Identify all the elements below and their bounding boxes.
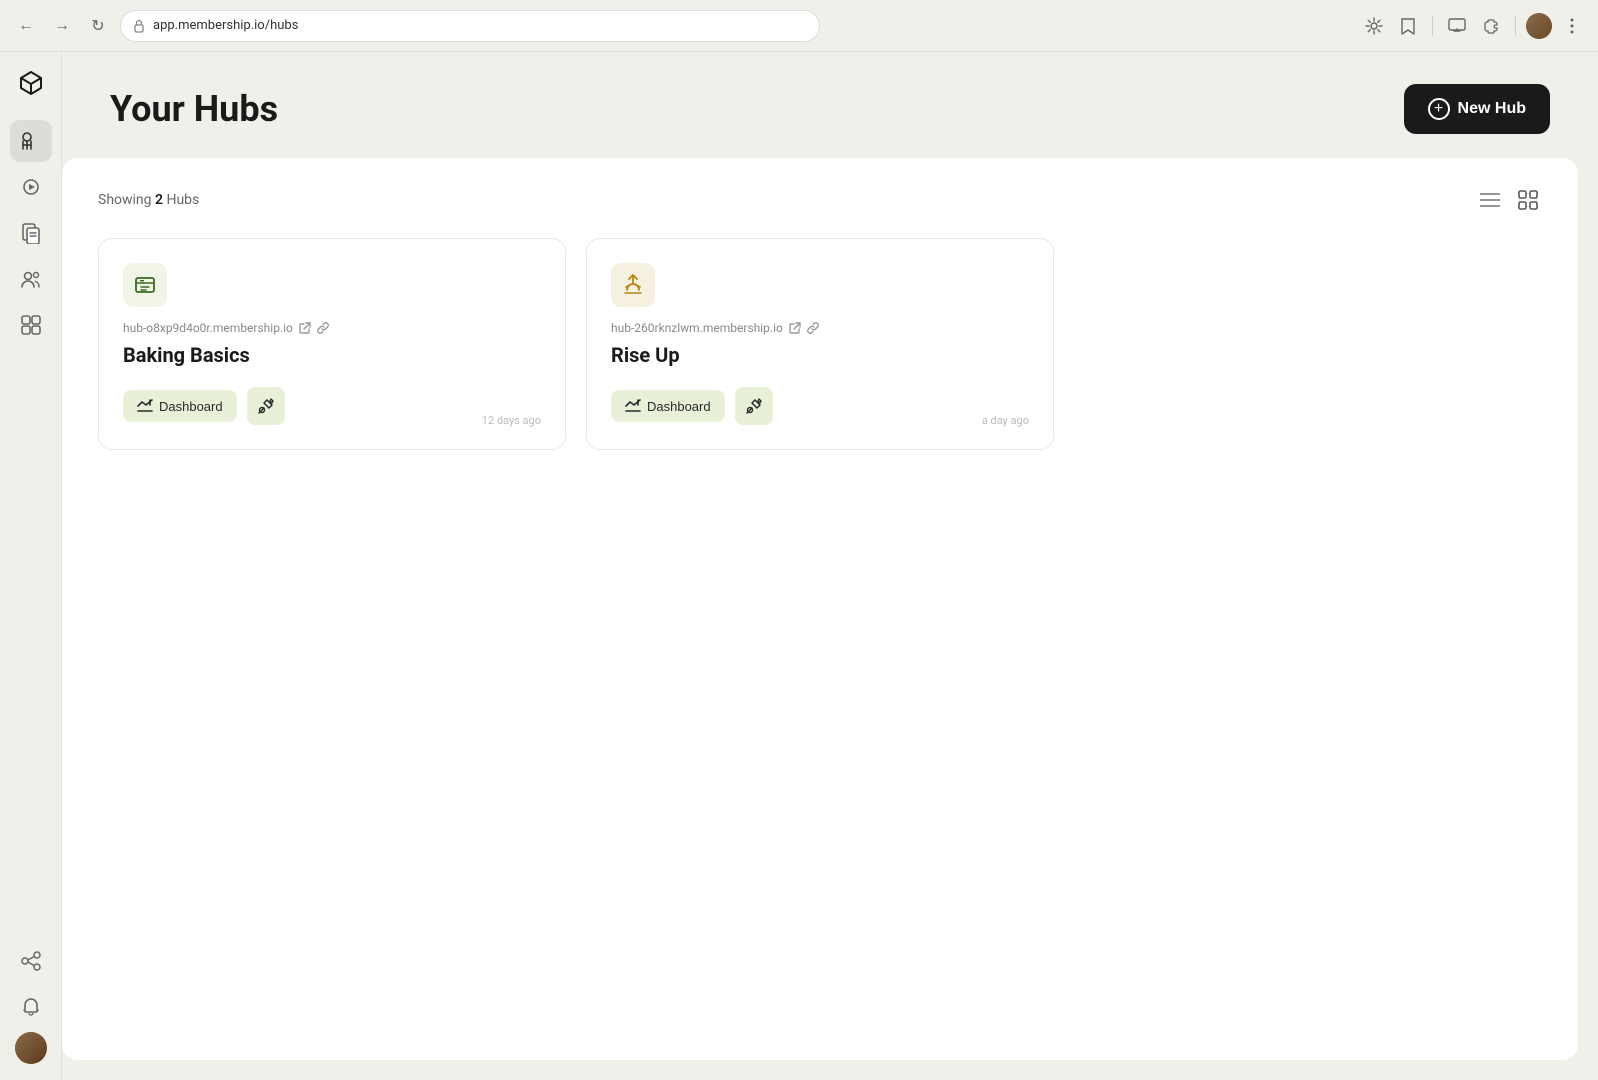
sidebar-item-pages[interactable] <box>10 212 52 254</box>
sidebar <box>0 52 62 1080</box>
sidebar-logo[interactable] <box>13 68 49 104</box>
page-header: Your Hubs + New Hub <box>62 52 1598 158</box>
hub-icon-baking <box>123 263 167 307</box>
plus-circle-icon: + <box>1428 98 1450 120</box>
hub-title-1: Baking Basics <box>123 343 541 367</box>
divider <box>1432 16 1433 36</box>
hub-card-actions-2: Dashboard <box>611 387 1029 425</box>
reload-button[interactable]: ↻ <box>84 12 112 40</box>
hub-icon-rise-up <box>611 263 655 307</box>
browser-profile-avatar[interactable] <box>1526 13 1552 39</box>
dashboard-button-1[interactable]: Dashboard <box>123 390 237 422</box>
hub-card-baking-basics: hub-o8xp9d4o0r.membership.io <box>98 238 566 450</box>
list-view-button[interactable] <box>1476 186 1504 214</box>
tools-button-2[interactable] <box>735 387 773 425</box>
lock-icon <box>133 19 145 33</box>
sidebar-item-affiliates[interactable] <box>10 940 52 982</box>
copy-link-icon-2[interactable] <box>807 322 819 334</box>
external-link-icon-1[interactable] <box>299 322 311 334</box>
hub-url-row-1: hub-o8xp9d4o0r.membership.io <box>123 321 541 335</box>
content-area: Showing 2 Hubs <box>62 158 1578 1060</box>
new-hub-label: New Hub <box>1458 100 1526 118</box>
extension-btn[interactable] <box>1360 12 1388 40</box>
showing-text: Showing 2 Hubs <box>98 192 199 208</box>
sidebar-bottom <box>10 940 52 1064</box>
extensions-btn[interactable] <box>1477 12 1505 40</box>
bookmark-btn[interactable] <box>1394 12 1422 40</box>
dashboard-label-1: Dashboard <box>159 399 223 414</box>
hub-url-2: hub-260rknzlwm.membership.io <box>611 321 783 335</box>
sidebar-item-content[interactable] <box>10 166 52 208</box>
browser-right-controls <box>1360 12 1586 40</box>
hubs-grid: hub-o8xp9d4o0r.membership.io <box>98 238 1542 450</box>
new-hub-button[interactable]: + New Hub <box>1404 84 1550 134</box>
sidebar-item-apps[interactable] <box>10 304 52 346</box>
dashboard-button-2[interactable]: Dashboard <box>611 390 725 422</box>
hub-url-row-2: hub-260rknzlwm.membership.io <box>611 321 1029 335</box>
sidebar-item-members[interactable] <box>10 258 52 300</box>
address-bar[interactable]: app.membership.io/hubs <box>120 10 820 42</box>
view-toggle <box>1476 186 1542 214</box>
hub-timestamp-1: 12 days ago <box>482 414 541 427</box>
hub-count: 2 <box>155 192 163 208</box>
dashboard-label-2: Dashboard <box>647 399 711 414</box>
hub-url-1: hub-o8xp9d4o0r.membership.io <box>123 321 293 335</box>
main-content: Your Hubs + New Hub Showing 2 Hubs <box>62 52 1598 1080</box>
sidebar-user-avatar[interactable] <box>15 1032 47 1064</box>
app-wrapper: Your Hubs + New Hub Showing 2 Hubs <box>0 0 1598 1080</box>
menu-btn[interactable] <box>1558 12 1586 40</box>
sidebar-item-hubs[interactable] <box>10 120 52 162</box>
hub-timestamp-2: a day ago <box>982 414 1029 427</box>
hub-title-2: Rise Up <box>611 343 1029 367</box>
grid-view-button[interactable] <box>1514 186 1542 214</box>
hub-card-rise-up: hub-260rknzlwm.membership.io <box>586 238 1054 450</box>
forward-button[interactable]: → <box>48 12 76 40</box>
divider-2 <box>1515 16 1516 36</box>
back-button[interactable]: ← <box>12 12 40 40</box>
page-title: Your Hubs <box>110 88 278 130</box>
tools-button-1[interactable] <box>247 387 285 425</box>
showing-bar: Showing 2 Hubs <box>98 186 1542 214</box>
copy-link-icon-1[interactable] <box>317 322 329 334</box>
browser-chrome: ← → ↻ app.membership.io/hubs <box>0 0 1598 52</box>
hub-card-actions-1: Dashboard <box>123 387 541 425</box>
address-text: app.membership.io/hubs <box>153 18 298 33</box>
sidebar-item-notifications[interactable] <box>10 986 52 1028</box>
external-link-icon-2[interactable] <box>789 322 801 334</box>
cast-btn[interactable] <box>1443 12 1471 40</box>
